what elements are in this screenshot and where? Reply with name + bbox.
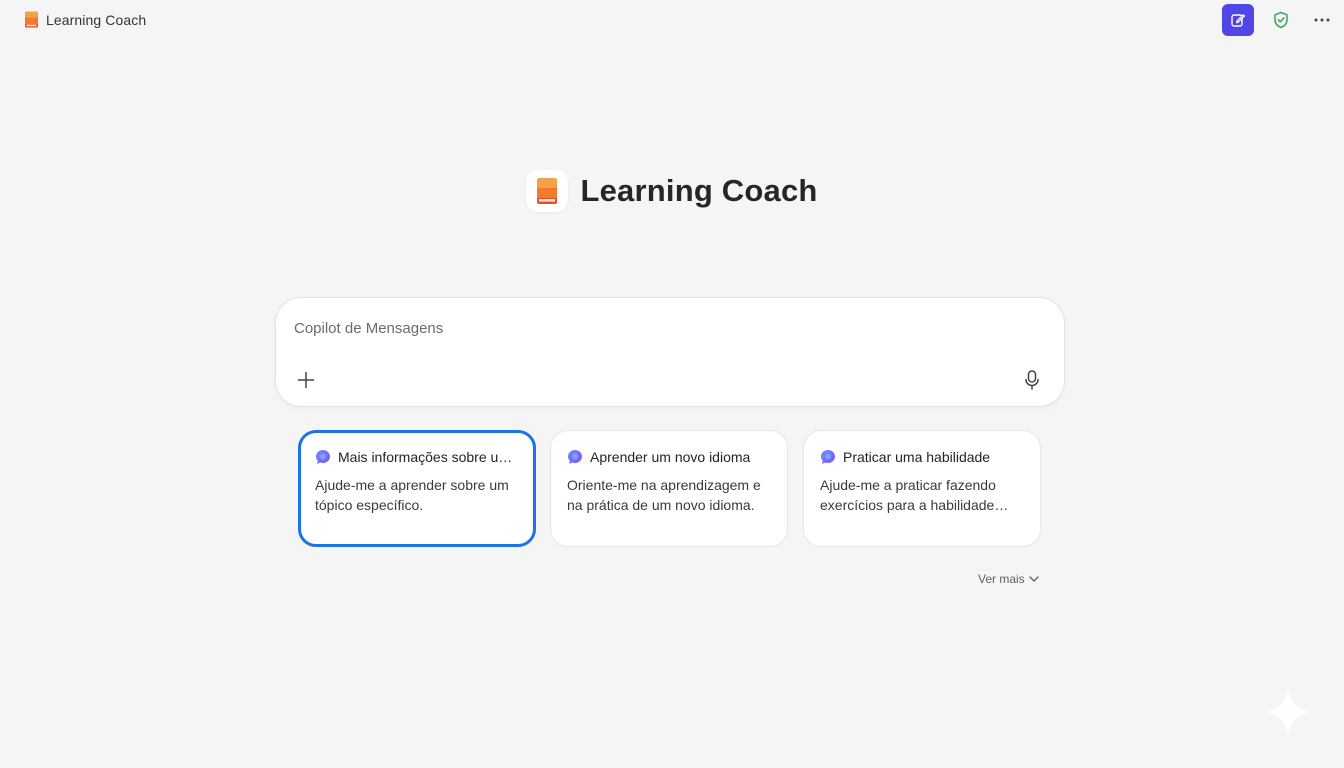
suggestion-card-language[interactable]: Aprender um novo idioma Oriente-me na ap… — [550, 430, 788, 547]
voice-input-button[interactable] — [1020, 368, 1044, 392]
hero-logo — [526, 170, 569, 212]
edit-icon — [1231, 14, 1246, 27]
copilot-chat-icon — [568, 450, 582, 464]
card-description: Oriente-me na aprendizagem e na prática … — [567, 477, 761, 513]
more-horizontal-icon — [1314, 18, 1330, 22]
sparkle-icon — [1264, 688, 1312, 736]
hero-header: Learning Coach — [0, 170, 1344, 212]
chevron-down-icon — [1029, 576, 1039, 582]
more-options-button[interactable] — [1308, 6, 1336, 34]
suggestion-card-topic[interactable]: Mais informações sobre um... Ajude-me a … — [298, 430, 536, 547]
book-icon — [537, 178, 558, 204]
card-header: Praticar uma habilidade — [820, 447, 1024, 467]
see-more-label: Ver mais — [978, 572, 1025, 586]
book-icon — [25, 11, 38, 28]
new-chat-button[interactable] — [1222, 4, 1254, 36]
app-window: Learning Coach Learning Coach Copilot de… — [0, 0, 1344, 768]
suggestion-card-skill[interactable]: Praticar uma habilidade Ajude-me a prati… — [803, 430, 1041, 547]
card-description: Ajude-me a aprender sobre um tópico espe… — [315, 477, 509, 513]
card-header: Mais informações sobre um... — [315, 447, 519, 467]
microphone-icon — [1025, 370, 1039, 390]
page-title: Learning Coach — [580, 173, 818, 208]
shield-check-icon — [1274, 11, 1288, 29]
message-composer — [275, 297, 1065, 407]
message-input[interactable] — [294, 318, 1034, 338]
see-more-link[interactable]: Ver mais — [978, 572, 1039, 586]
card-header: Aprender um novo idioma — [567, 447, 771, 467]
card-title: Praticar uma habilidade — [843, 449, 991, 465]
card-title: Aprender um novo idioma — [590, 449, 751, 465]
plus-icon — [297, 371, 315, 389]
card-title: Mais informações sobre um... — [338, 449, 519, 465]
app-identity: Learning Coach — [24, 11, 146, 28]
copilot-chat-icon — [316, 450, 330, 464]
app-title: Learning Coach — [46, 11, 147, 28]
add-attachment-button[interactable] — [294, 368, 318, 392]
privacy-button[interactable] — [1267, 6, 1295, 34]
card-description: Ajude-me a praticar fazendo exercícios p… — [820, 477, 996, 513]
title-bar: Learning Coach — [0, 0, 1344, 40]
copilot-chat-icon — [821, 450, 835, 464]
